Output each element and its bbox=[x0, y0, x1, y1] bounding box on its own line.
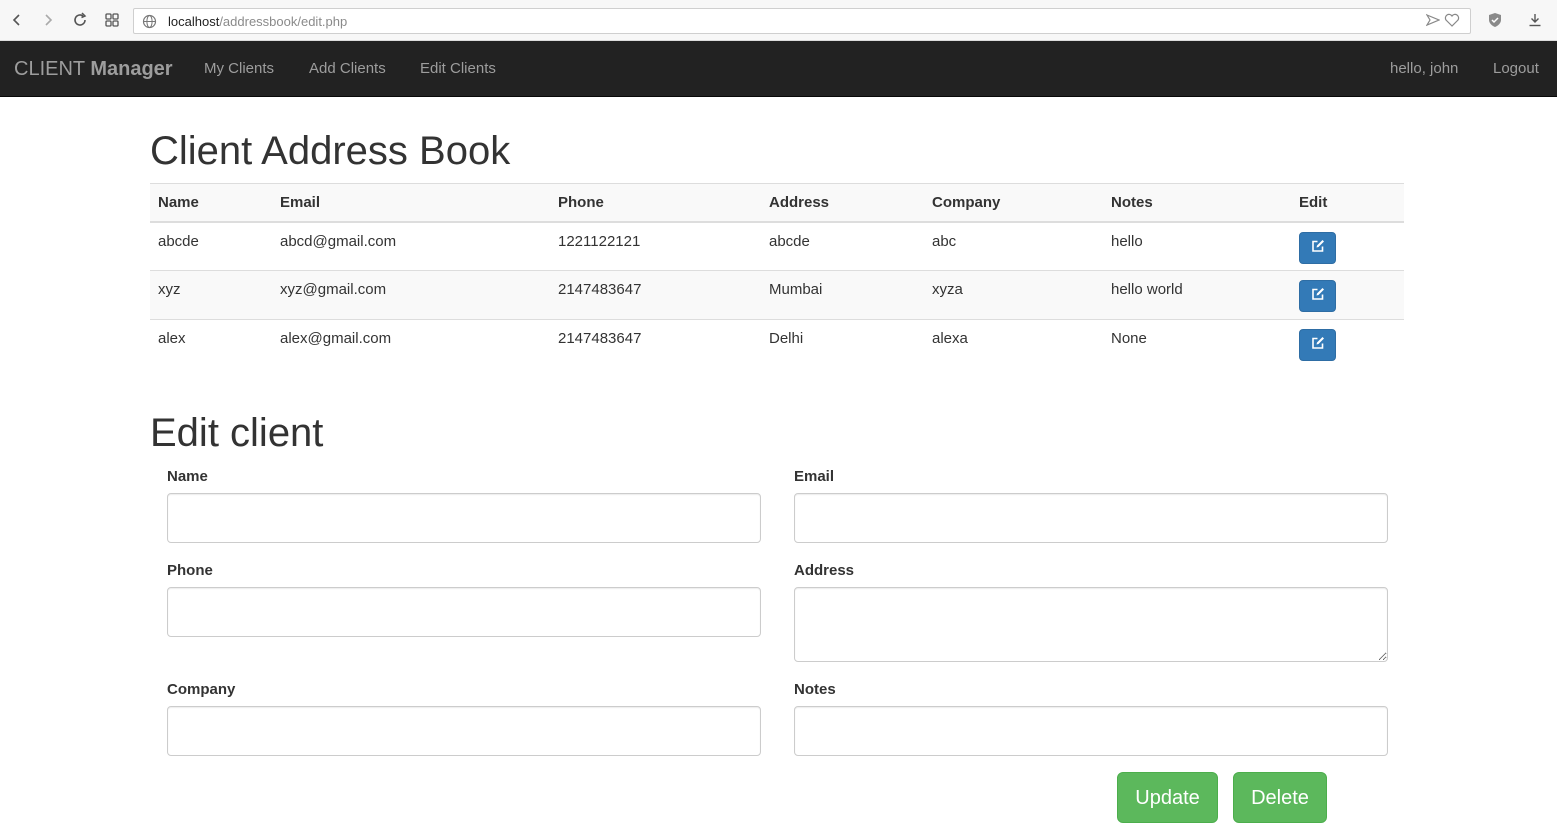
table-header-row: Name Email Phone Address Company Notes E… bbox=[150, 183, 1404, 223]
edit-row-button[interactable] bbox=[1299, 280, 1336, 312]
back-icon[interactable] bbox=[6, 9, 28, 31]
brand-bold: Manager bbox=[90, 58, 173, 80]
phone-input[interactable] bbox=[167, 587, 761, 637]
navbar: CLIENT Manager My Clients Add Clients Ed… bbox=[0, 41, 1557, 97]
url-path: /addressbook/edit.php bbox=[219, 14, 348, 29]
cell-notes: None bbox=[1103, 319, 1291, 369]
table-row: alex alex@gmail.com 2147483647 Delhi ale… bbox=[150, 319, 1404, 369]
address-bar[interactable]: localhost/addressbook/edit.php bbox=[133, 8, 1471, 34]
cell-edit bbox=[1291, 270, 1404, 320]
email-label: Email bbox=[794, 468, 835, 485]
edit-square-icon bbox=[1311, 239, 1325, 257]
notes-label: Notes bbox=[794, 681, 836, 698]
address-textarea[interactable] bbox=[794, 587, 1388, 662]
cell-email: xyz@gmail.com bbox=[272, 270, 550, 320]
name-input[interactable] bbox=[167, 493, 761, 543]
company-input[interactable] bbox=[167, 706, 761, 756]
cell-address: Delhi bbox=[761, 319, 924, 369]
update-button[interactable]: Update bbox=[1117, 772, 1218, 823]
globe-icon bbox=[142, 14, 157, 34]
reload-icon[interactable] bbox=[69, 9, 91, 31]
cell-company: abc bbox=[932, 232, 957, 250]
cell-address: abcde bbox=[769, 232, 810, 250]
delete-button[interactable]: Delete bbox=[1233, 772, 1327, 823]
cell-notes: hello world bbox=[1103, 270, 1291, 320]
company-label: Company bbox=[167, 681, 236, 698]
send-icon[interactable] bbox=[1425, 13, 1441, 32]
download-icon[interactable] bbox=[1524, 9, 1546, 31]
cell-notes: hello bbox=[1111, 232, 1143, 250]
nav-edit-clients[interactable]: Edit Clients bbox=[420, 60, 496, 78]
column-header-phone: Phone bbox=[550, 183, 761, 223]
column-header-name: Name bbox=[150, 183, 272, 223]
client-table: Name Email Phone Address Company Notes E… bbox=[150, 183, 1404, 369]
column-header-company: Company bbox=[924, 183, 1103, 223]
column-header-email: Email bbox=[272, 183, 550, 223]
shield-icon[interactable] bbox=[1484, 9, 1506, 31]
notes-input[interactable] bbox=[794, 706, 1388, 756]
nav-add-clients[interactable]: Add Clients bbox=[309, 60, 386, 78]
table-row: abcde abcd@gmail.com 1221122121 abcde ab… bbox=[150, 222, 1404, 271]
brand-light: CLIENT bbox=[14, 58, 91, 80]
speed-dial-icon[interactable] bbox=[101, 9, 123, 31]
edit-square-icon bbox=[1311, 287, 1325, 305]
brand[interactable]: CLIENT Manager bbox=[14, 57, 173, 81]
cell-company: xyza bbox=[924, 270, 1103, 320]
table-row: xyz xyz@gmail.com 2147483647 Mumbai xyza… bbox=[150, 270, 1404, 320]
edit-client-title: Edit client bbox=[150, 411, 324, 455]
name-label: Name bbox=[167, 468, 208, 485]
url-text: localhost/addressbook/edit.php bbox=[168, 14, 347, 30]
forward-icon[interactable] bbox=[37, 9, 59, 31]
page-title: Client Address Book bbox=[150, 129, 511, 173]
edit-row-button[interactable] bbox=[1299, 329, 1336, 361]
cell-company: alexa bbox=[924, 319, 1103, 369]
browser-toolbar: localhost/addressbook/edit.php bbox=[0, 0, 1557, 41]
cell-phone: 2147483647 bbox=[550, 319, 761, 369]
cell-phone: 1221122121 bbox=[558, 232, 641, 250]
cell-email: alex@gmail.com bbox=[272, 319, 550, 369]
heart-icon[interactable] bbox=[1444, 13, 1460, 32]
email-input[interactable] bbox=[794, 493, 1388, 543]
cell-edit bbox=[1291, 222, 1404, 271]
url-host: localhost bbox=[168, 14, 220, 29]
cell-edit bbox=[1291, 319, 1404, 369]
cell-name: alex bbox=[150, 319, 272, 369]
nav-my-clients[interactable]: My Clients bbox=[204, 60, 274, 78]
column-header-notes: Notes bbox=[1103, 183, 1291, 223]
edit-square-icon bbox=[1311, 336, 1325, 354]
user-greeting[interactable]: hello, john bbox=[1390, 60, 1458, 78]
cell-address: Mumbai bbox=[761, 270, 924, 320]
cell-name: abcde bbox=[158, 232, 199, 250]
cell-email: abcd@gmail.com bbox=[280, 232, 397, 250]
column-header-address: Address bbox=[761, 183, 924, 223]
cell-name: xyz bbox=[150, 270, 272, 320]
cell-phone: 2147483647 bbox=[550, 270, 761, 320]
phone-label: Phone bbox=[167, 562, 213, 579]
edit-row-button[interactable] bbox=[1299, 231, 1336, 264]
column-header-edit: Edit bbox=[1291, 183, 1404, 223]
address-label: Address bbox=[794, 562, 855, 579]
logout-link[interactable]: Logout bbox=[1493, 60, 1539, 78]
